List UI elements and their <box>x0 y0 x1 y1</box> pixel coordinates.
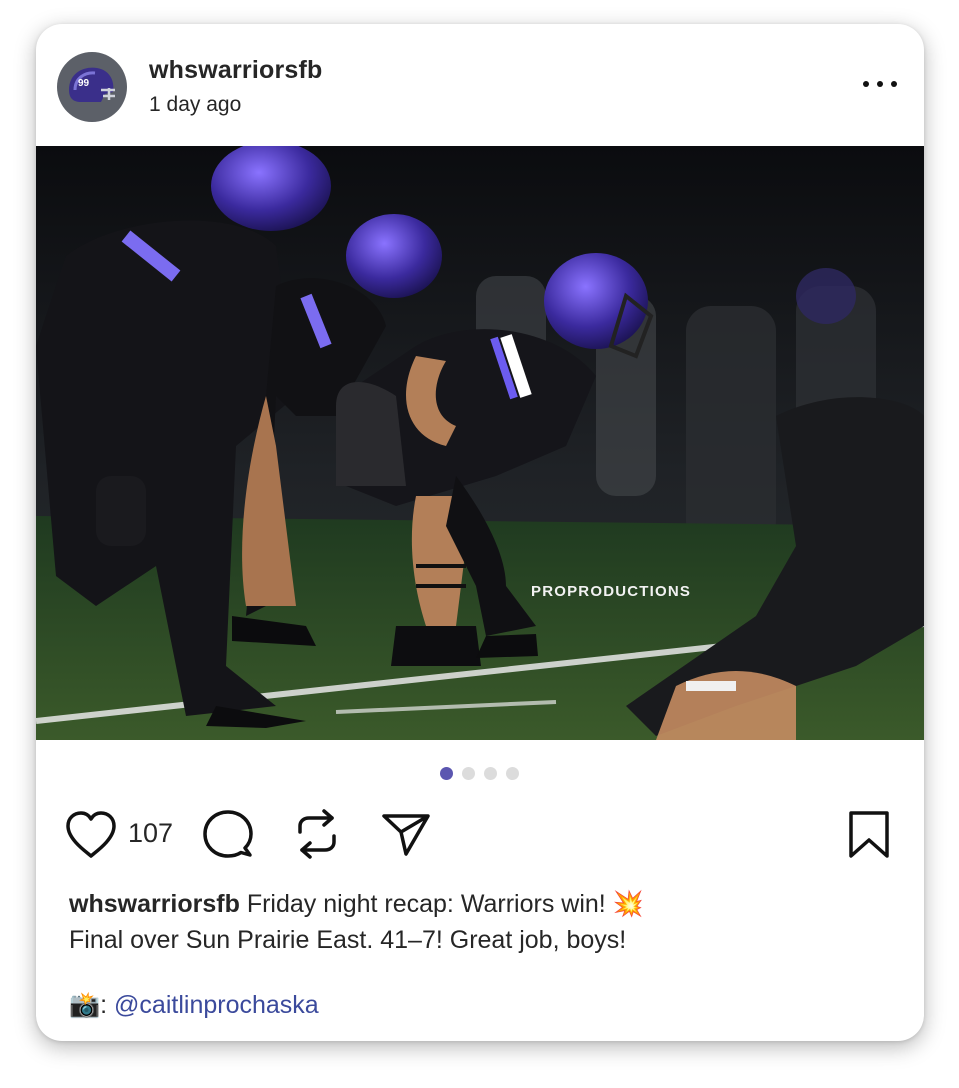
credit-mention-link[interactable]: @caitlinprochaska <box>114 991 319 1019</box>
post-photo[interactable]: PROPRODUCTIONS <box>36 146 924 740</box>
post-username[interactable]: whswarriorsfb <box>149 56 322 85</box>
post-caption: whswarriorsfb Friday night recap: Warrio… <box>69 886 869 958</box>
comment-icon[interactable] <box>202 808 254 860</box>
carousel-dot-2[interactable] <box>462 767 475 780</box>
post-timestamp: 1 day ago <box>149 93 242 116</box>
action-bar: 107 <box>36 804 924 864</box>
bookmark-icon[interactable] <box>846 809 892 861</box>
like-count[interactable]: 107 <box>128 818 173 849</box>
more-options-icon[interactable] <box>860 72 900 96</box>
send-icon[interactable] <box>380 810 432 858</box>
football-players-image <box>36 146 924 740</box>
photo-watermark: PROPRODUCTIONS <box>531 583 692 600</box>
repost-icon[interactable] <box>294 808 340 860</box>
post-header: 99 whswarriorsfb 1 day ago <box>36 24 924 146</box>
caption-line-2: Final over Sun Prairie East. 41–7! Great… <box>69 926 627 954</box>
credit-separator: : <box>100 991 108 1019</box>
caption-username[interactable]: whswarriorsfb <box>69 890 240 918</box>
avatar-number: 99 <box>78 78 90 89</box>
heart-icon[interactable] <box>64 810 118 860</box>
carousel-dot-3[interactable] <box>484 767 497 780</box>
avatar[interactable]: 99 <box>57 52 127 122</box>
caption-emoji: 💥 <box>612 889 644 918</box>
helmet-logo-icon: 99 <box>69 67 115 102</box>
carousel-dot-1[interactable] <box>440 767 453 780</box>
caption-line-1: Friday night recap: Warriors win! <box>246 890 606 918</box>
post-card: 99 whswarriorsfb 1 day ago PROPRODUCTION… <box>36 24 924 1041</box>
camera-emoji: 📸 <box>69 990 101 1019</box>
carousel-indicator <box>440 767 519 780</box>
photo-credit: 📸: @caitlinprochaska <box>69 990 319 1020</box>
carousel-dot-4[interactable] <box>506 767 519 780</box>
